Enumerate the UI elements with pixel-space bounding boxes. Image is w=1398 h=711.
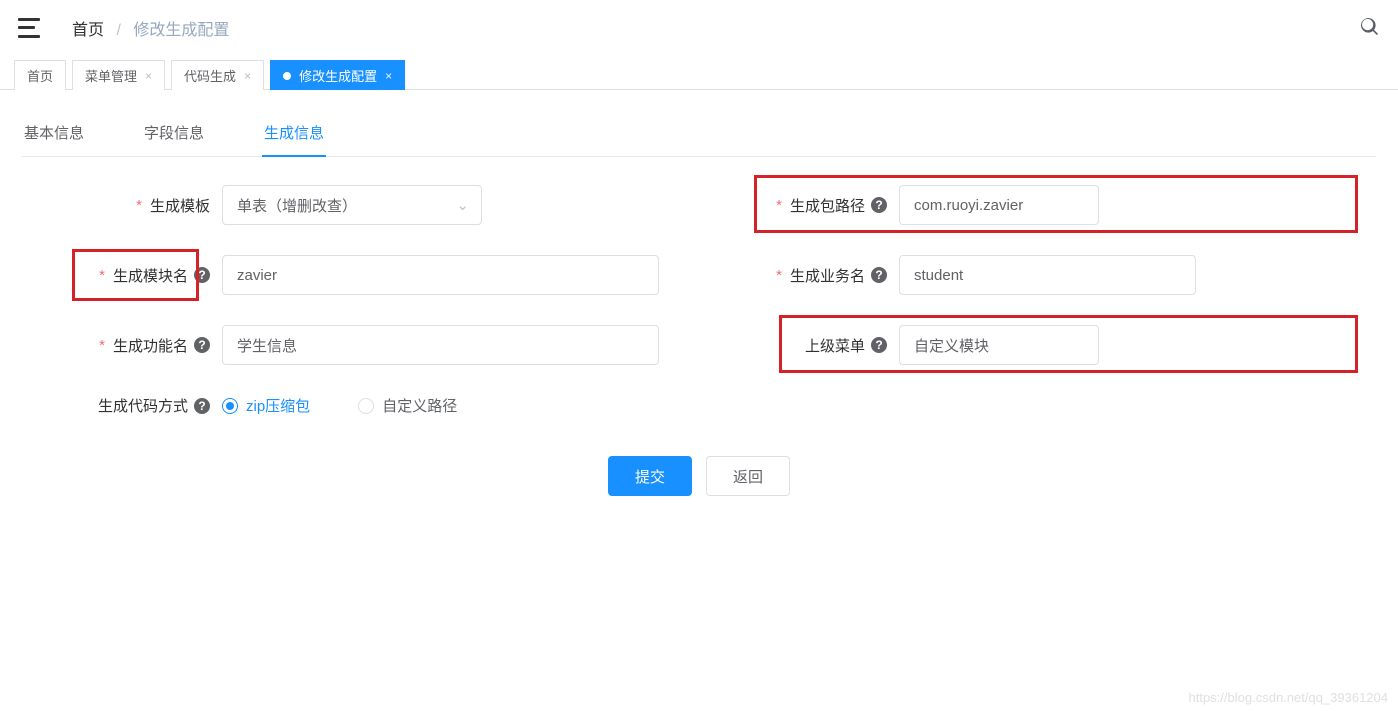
business-input[interactable] — [899, 255, 1196, 295]
watermark: https://blog.csdn.net/qq_39361204 — [1189, 690, 1389, 705]
breadcrumb: 首页 / 修改生成配置 — [72, 16, 229, 40]
help-icon[interactable]: ? — [871, 337, 887, 353]
close-icon[interactable]: × — [244, 69, 251, 83]
chevron-down-icon: ⌄ — [456, 196, 469, 214]
nav-tabs-bar: 首页 菜单管理× 代码生成× 修改生成配置× — [0, 56, 1398, 90]
nav-tab-home[interactable]: 首页 — [14, 60, 66, 90]
parent-menu-input[interactable] — [899, 325, 1099, 365]
function-input[interactable] — [222, 325, 659, 365]
template-label: *生成模板 — [22, 195, 222, 216]
breadcrumb-current: 修改生成配置 — [133, 22, 229, 39]
breadcrumb-home[interactable]: 首页 — [72, 22, 104, 39]
hamburger-icon[interactable] — [18, 18, 40, 38]
content: 基本信息 字段信息 生成信息 *生成模板 单表（增删改查） ⌄ *生成包路径? — [0, 90, 1398, 516]
tab-gen[interactable]: 生成信息 — [262, 110, 326, 157]
help-icon[interactable]: ? — [871, 197, 887, 213]
button-row: 提交 返回 — [22, 456, 1376, 496]
parent-menu-label: 上级菜单? — [699, 335, 899, 356]
tab-basic[interactable]: 基本信息 — [22, 110, 86, 156]
business-label: *生成业务名? — [699, 265, 899, 286]
function-label: *生成功能名? — [22, 335, 222, 356]
gen-form: *生成模板 单表（增删改查） ⌄ *生成包路径? *生成模块名? — [22, 157, 1376, 496]
nav-tab-editgen[interactable]: 修改生成配置× — [270, 60, 405, 90]
help-icon[interactable]: ? — [194, 398, 210, 414]
inner-tabs: 基本信息 字段信息 生成信息 — [22, 110, 1376, 157]
help-icon[interactable]: ? — [194, 337, 210, 353]
gen-type-label: 生成代码方式? — [22, 395, 222, 416]
close-icon[interactable]: × — [385, 69, 392, 83]
back-button[interactable]: 返回 — [706, 456, 790, 496]
radio-zip[interactable]: zip压缩包 — [222, 395, 310, 416]
breadcrumb-sep: / — [116, 22, 120, 39]
help-icon[interactable]: ? — [194, 267, 210, 283]
help-icon[interactable]: ? — [871, 267, 887, 283]
radio-custom-path[interactable]: 自定义路径 — [358, 395, 457, 416]
close-icon[interactable]: × — [145, 69, 152, 83]
module-label: *生成模块名? — [22, 265, 222, 286]
template-select[interactable]: 单表（增删改查） ⌄ — [222, 185, 482, 225]
topbar: 首页 / 修改生成配置 — [0, 0, 1398, 56]
gen-type-radio-group: zip压缩包 自定义路径 — [222, 395, 659, 416]
nav-tab-menu[interactable]: 菜单管理× — [72, 60, 165, 90]
module-input[interactable] — [222, 255, 659, 295]
tab-field[interactable]: 字段信息 — [142, 110, 206, 156]
package-label: *生成包路径? — [699, 195, 899, 216]
package-input[interactable] — [899, 185, 1099, 225]
search-icon[interactable] — [1358, 15, 1380, 40]
nav-tab-codegen[interactable]: 代码生成× — [171, 60, 264, 90]
submit-button[interactable]: 提交 — [608, 456, 692, 496]
